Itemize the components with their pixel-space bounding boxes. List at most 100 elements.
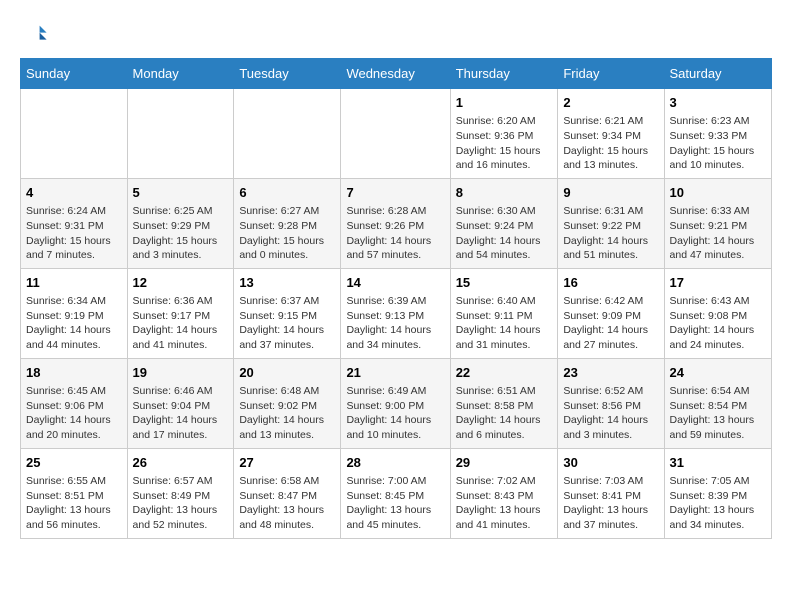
day-info: Sunrise: 6:52 AM Sunset: 8:56 PM Dayligh… (563, 384, 658, 443)
day-number: 22 (456, 364, 553, 382)
day-info: Sunrise: 6:30 AM Sunset: 9:24 PM Dayligh… (456, 204, 553, 263)
calendar-cell: 21 Sunrise: 6:49 AM Sunset: 9:00 PM Dayli… (341, 358, 450, 448)
day-number: 27 (239, 454, 335, 472)
day-number: 28 (346, 454, 444, 472)
day-info: Sunrise: 7:05 AM Sunset: 8:39 PM Dayligh… (670, 474, 766, 533)
day-number: 17 (670, 274, 766, 292)
day-number: 25 (26, 454, 122, 472)
day-info: Sunrise: 6:33 AM Sunset: 9:21 PM Dayligh… (670, 204, 766, 263)
day-info: Sunrise: 6:31 AM Sunset: 9:22 PM Dayligh… (563, 204, 658, 263)
calendar-cell: 14Sunrise: 6:39 AM Sunset: 9:13 PM Dayli… (341, 268, 450, 358)
day-number: 9 (563, 184, 658, 202)
calendar-cell (21, 89, 128, 179)
weekday-header-thursday: Thursday (450, 59, 558, 89)
day-info: Sunrise: 6:57 AM Sunset: 8:49 PM Dayligh… (133, 474, 229, 533)
logo (20, 20, 52, 48)
calendar-cell: 25 Sunrise: 6:55 AM Sunset: 8:51 PM Dayli… (21, 448, 128, 538)
calendar-cell: 11Sunrise: 6:34 AM Sunset: 9:19 PM Dayli… (21, 268, 128, 358)
day-info: Sunrise: 6:45 AM Sunset: 9:06 PM Dayligh… (26, 384, 122, 443)
week-row-5: 25 Sunrise: 6:55 AM Sunset: 8:51 PM Dayli… (21, 448, 772, 538)
day-number: 3 (670, 94, 766, 112)
weekday-header-saturday: Saturday (664, 59, 771, 89)
day-info: Sunrise: 7:02 AM Sunset: 8:43 PM Dayligh… (456, 474, 553, 533)
weekday-header-wednesday: Wednesday (341, 59, 450, 89)
day-number: 12 (133, 274, 229, 292)
calendar-cell (234, 89, 341, 179)
calendar-cell: 4 Sunrise: 6:24 AM Sunset: 9:31 PM Daylig… (21, 178, 128, 268)
week-row-3: 11Sunrise: 6:34 AM Sunset: 9:19 PM Dayli… (21, 268, 772, 358)
calendar-cell: 18 Sunrise: 6:45 AM Sunset: 9:06 PM Dayli… (21, 358, 128, 448)
day-number: 4 (26, 184, 122, 202)
day-number: 21 (346, 364, 444, 382)
calendar-cell: 9 Sunrise: 6:31 AM Sunset: 9:22 PM Daylig… (558, 178, 664, 268)
day-number: 7 (346, 184, 444, 202)
day-number: 23 (563, 364, 658, 382)
day-number: 1 (456, 94, 553, 112)
calendar-body: 1 Sunrise: 6:20 AM Sunset: 9:36 PM Daylig… (21, 89, 772, 539)
calendar-cell: 8 Sunrise: 6:30 AM Sunset: 9:24 PM Daylig… (450, 178, 558, 268)
day-number: 18 (26, 364, 122, 382)
day-number: 30 (563, 454, 658, 472)
weekday-header-monday: Monday (127, 59, 234, 89)
day-info: Sunrise: 6:42 AM Sunset: 9:09 PM Dayligh… (563, 294, 658, 353)
calendar-cell: 15Sunrise: 6:40 AM Sunset: 9:11 PM Dayli… (450, 268, 558, 358)
day-info: Sunrise: 6:36 AM Sunset: 9:17 PM Dayligh… (133, 294, 229, 353)
weekday-header-sunday: Sunday (21, 59, 128, 89)
day-number: 10 (670, 184, 766, 202)
day-info: Sunrise: 6:27 AM Sunset: 9:28 PM Dayligh… (239, 204, 335, 263)
day-info: Sunrise: 6:49 AM Sunset: 9:00 PM Dayligh… (346, 384, 444, 443)
day-info: Sunrise: 6:21 AM Sunset: 9:34 PM Dayligh… (563, 114, 658, 173)
calendar-cell: 5 Sunrise: 6:25 AM Sunset: 9:29 PM Daylig… (127, 178, 234, 268)
calendar-cell: 2 Sunrise: 6:21 AM Sunset: 9:34 PM Daylig… (558, 89, 664, 179)
day-info: Sunrise: 6:20 AM Sunset: 9:36 PM Dayligh… (456, 114, 553, 173)
week-row-2: 4 Sunrise: 6:24 AM Sunset: 9:31 PM Daylig… (21, 178, 772, 268)
calendar-cell: 26Sunrise: 6:57 AM Sunset: 8:49 PM Dayli… (127, 448, 234, 538)
day-number: 13 (239, 274, 335, 292)
calendar-cell: 6Sunrise: 6:27 AM Sunset: 9:28 PM Daylig… (234, 178, 341, 268)
day-info: Sunrise: 6:37 AM Sunset: 9:15 PM Dayligh… (239, 294, 335, 353)
day-info: Sunrise: 6:55 AM Sunset: 8:51 PM Dayligh… (26, 474, 122, 533)
day-info: Sunrise: 6:54 AM Sunset: 8:54 PM Dayligh… (670, 384, 766, 443)
page-header (20, 20, 772, 48)
day-info: Sunrise: 7:00 AM Sunset: 8:45 PM Dayligh… (346, 474, 444, 533)
weekday-header-tuesday: Tuesday (234, 59, 341, 89)
calendar-cell: 23 Sunrise: 6:52 AM Sunset: 8:56 PM Dayli… (558, 358, 664, 448)
weekday-header-friday: Friday (558, 59, 664, 89)
calendar-cell: 29 Sunrise: 7:02 AM Sunset: 8:43 PM Dayli… (450, 448, 558, 538)
day-info: Sunrise: 6:25 AM Sunset: 9:29 PM Dayligh… (133, 204, 229, 263)
calendar-header: SundayMondayTuesdayWednesdayThursdayFrid… (21, 59, 772, 89)
day-info: Sunrise: 6:23 AM Sunset: 9:33 PM Dayligh… (670, 114, 766, 173)
calendar-cell: 31Sunrise: 7:05 AM Sunset: 8:39 PM Dayli… (664, 448, 771, 538)
day-info: Sunrise: 7:03 AM Sunset: 8:41 PM Dayligh… (563, 474, 658, 533)
day-number: 20 (239, 364, 335, 382)
week-row-4: 18 Sunrise: 6:45 AM Sunset: 9:06 PM Dayli… (21, 358, 772, 448)
day-number: 19 (133, 364, 229, 382)
calendar-cell: 17Sunrise: 6:43 AM Sunset: 9:08 PM Dayli… (664, 268, 771, 358)
calendar-cell: 10 Sunrise: 6:33 AM Sunset: 9:21 PM Dayli… (664, 178, 771, 268)
day-info: Sunrise: 6:24 AM Sunset: 9:31 PM Dayligh… (26, 204, 122, 263)
day-info: Sunrise: 6:58 AM Sunset: 8:47 PM Dayligh… (239, 474, 335, 533)
calendar-cell (127, 89, 234, 179)
calendar-cell: 13 Sunrise: 6:37 AM Sunset: 9:15 PM Dayli… (234, 268, 341, 358)
day-info: Sunrise: 6:34 AM Sunset: 9:19 PM Dayligh… (26, 294, 122, 353)
calendar-cell: 12 Sunrise: 6:36 AM Sunset: 9:17 PM Dayli… (127, 268, 234, 358)
day-number: 2 (563, 94, 658, 112)
day-number: 24 (670, 364, 766, 382)
calendar-cell: 19 Sunrise: 6:46 AM Sunset: 9:04 PM Dayli… (127, 358, 234, 448)
day-info: Sunrise: 6:51 AM Sunset: 8:58 PM Dayligh… (456, 384, 553, 443)
calendar-cell: 7 Sunrise: 6:28 AM Sunset: 9:26 PM Daylig… (341, 178, 450, 268)
calendar-cell: 22 Sunrise: 6:51 AM Sunset: 8:58 PM Dayli… (450, 358, 558, 448)
calendar-cell: 16 Sunrise: 6:42 AM Sunset: 9:09 PM Dayli… (558, 268, 664, 358)
day-number: 16 (563, 274, 658, 292)
calendar-cell (341, 89, 450, 179)
calendar-cell: 30 Sunrise: 7:03 AM Sunset: 8:41 PM Dayli… (558, 448, 664, 538)
calendar-cell: 20Sunrise: 6:48 AM Sunset: 9:02 PM Dayli… (234, 358, 341, 448)
day-number: 29 (456, 454, 553, 472)
calendar-cell: 24 Sunrise: 6:54 AM Sunset: 8:54 PM Dayli… (664, 358, 771, 448)
day-number: 5 (133, 184, 229, 202)
day-info: Sunrise: 6:28 AM Sunset: 9:26 PM Dayligh… (346, 204, 444, 263)
day-info: Sunrise: 6:46 AM Sunset: 9:04 PM Dayligh… (133, 384, 229, 443)
day-number: 8 (456, 184, 553, 202)
calendar-cell: 1 Sunrise: 6:20 AM Sunset: 9:36 PM Daylig… (450, 89, 558, 179)
calendar-table: SundayMondayTuesdayWednesdayThursdayFrid… (20, 58, 772, 539)
